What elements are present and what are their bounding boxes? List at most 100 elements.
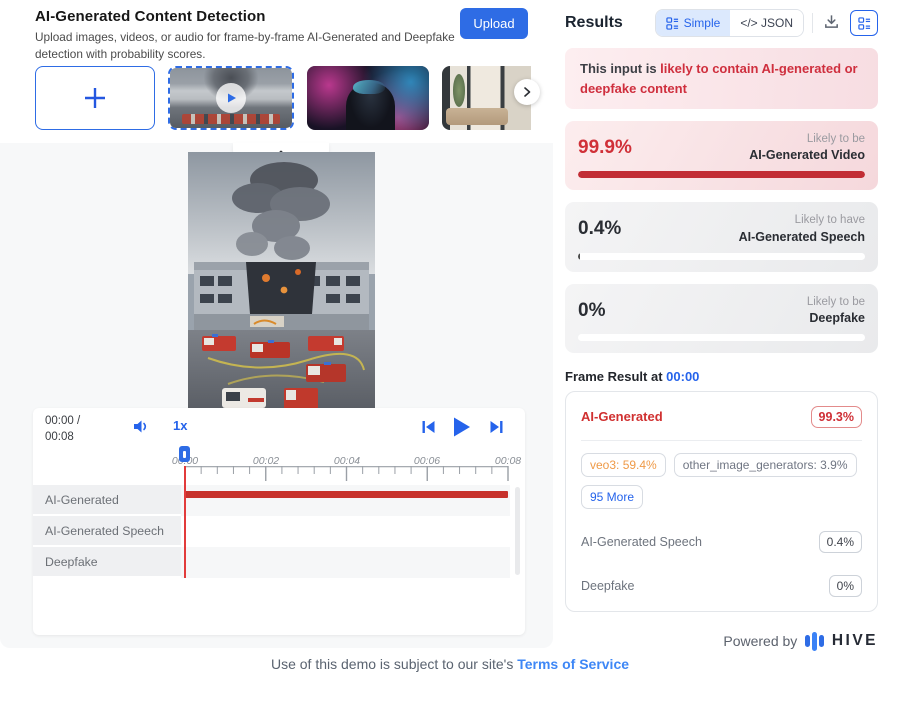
terms-of-service-link[interactable]: Terms of Service bbox=[517, 656, 629, 672]
track-row-ai-generated-speech: AI-Generated Speech bbox=[33, 516, 525, 547]
download-icon bbox=[823, 13, 840, 30]
frame-result-prefix: Frame Result at bbox=[565, 369, 666, 384]
progress-track bbox=[578, 334, 865, 341]
json-view-label: </> JSON bbox=[740, 16, 793, 30]
score-category: Deepfake bbox=[807, 311, 865, 325]
chevron-right-icon bbox=[522, 87, 532, 97]
results-header: Results Simple bbox=[565, 8, 878, 38]
media-thumbnail-strip bbox=[35, 66, 531, 130]
play-button[interactable] bbox=[451, 416, 472, 441]
video-frame[interactable] bbox=[188, 152, 375, 410]
score-category: AI-Generated Video bbox=[749, 148, 865, 162]
frame-row-score-badge: 0.4% bbox=[819, 531, 862, 553]
results-controls: Simple </> JSON bbox=[655, 9, 878, 37]
volume-button[interactable] bbox=[133, 419, 150, 437]
score-qualifier: Likely to have bbox=[739, 212, 865, 229]
playhead-handle[interactable] bbox=[179, 446, 190, 462]
video-preview-panel: 00:00 / 00:08 1x bbox=[0, 143, 553, 648]
frame-primary-score-badge: 99.3% bbox=[811, 406, 862, 428]
alert-prefix: This input is bbox=[580, 61, 660, 76]
upload-button[interactable]: Upload bbox=[460, 8, 528, 39]
total-time: 00:08 bbox=[45, 430, 80, 446]
powered-by-label: Powered by bbox=[723, 633, 797, 649]
score-value: 0% bbox=[578, 300, 605, 322]
page-title: AI-Generated Content Detection bbox=[35, 8, 455, 25]
footer: Use of this demo is subject to our site'… bbox=[0, 656, 900, 672]
score-card-ai-generated-speech: 0.4% Likely to have AI-Generated Speech bbox=[565, 202, 878, 271]
detection-tracks: AI-Generated AI-Generated Speech Deepfak… bbox=[33, 485, 525, 578]
time-display: 00:00 / 00:08 bbox=[45, 414, 80, 445]
skip-forward-icon bbox=[489, 420, 504, 434]
frame-result-heading: Frame Result at 00:00 bbox=[565, 369, 878, 384]
frame-card-divider bbox=[581, 440, 862, 441]
tag-other-image-generators[interactable]: other_image_generators: 3.9% bbox=[674, 453, 857, 477]
simple-view-icon bbox=[666, 17, 679, 30]
speaker-icon bbox=[133, 419, 150, 434]
play-icon bbox=[451, 416, 472, 438]
current-time: 00:00 / bbox=[45, 414, 80, 430]
footer-text: Use of this demo is subject to our site'… bbox=[271, 656, 517, 672]
add-media-button[interactable] bbox=[35, 66, 155, 130]
simple-view-label: Simple bbox=[684, 16, 721, 30]
track-label: Deepfake bbox=[33, 547, 181, 577]
next-thumbnails-button[interactable] bbox=[514, 79, 540, 105]
frame-row-label: Deepfake bbox=[581, 579, 635, 593]
play-overlay-icon bbox=[216, 83, 246, 113]
tag-veo3[interactable]: veo3: 59.4% bbox=[581, 453, 666, 477]
frame-primary-label: AI-Generated bbox=[581, 409, 663, 424]
score-category: AI-Generated Speech bbox=[739, 230, 865, 244]
ai-generated-detection-bar bbox=[185, 491, 508, 498]
playhead-line bbox=[184, 466, 186, 578]
hive-logo-icon bbox=[805, 632, 824, 651]
results-title: Results bbox=[565, 14, 623, 32]
thumbnail-video-selected[interactable] bbox=[168, 66, 294, 130]
frame-row-label: AI-Generated Speech bbox=[581, 535, 702, 549]
download-results-button[interactable] bbox=[821, 11, 842, 35]
progress-fill bbox=[578, 253, 580, 260]
frame-row-score-badge: 0% bbox=[829, 575, 862, 597]
track-label: AI-Generated bbox=[33, 485, 181, 515]
progress-fill bbox=[578, 171, 865, 178]
tag-more-generators[interactable]: 95 More bbox=[581, 485, 643, 509]
page-subtitle: Upload images, videos, or audio for fram… bbox=[35, 29, 455, 63]
track-label: AI-Generated Speech bbox=[33, 516, 181, 546]
frame-result-card: AI-Generated 99.3% veo3: 59.4% other_ima… bbox=[565, 391, 878, 612]
skip-back-icon bbox=[421, 420, 436, 434]
thumbnail-cyberpunk-image[interactable] bbox=[307, 66, 429, 130]
score-value: 99.9% bbox=[578, 137, 632, 159]
progress-track bbox=[578, 253, 865, 260]
next-frame-button[interactable] bbox=[489, 420, 504, 437]
timeline-ruler[interactable] bbox=[183, 466, 511, 483]
score-card-ai-generated-video: 99.9% Likely to be AI-Generated Video bbox=[565, 121, 878, 190]
fire-scene-illustration bbox=[188, 152, 375, 410]
tracks-scrollbar[interactable] bbox=[515, 487, 520, 575]
detection-alert: This input is likely to contain AI-gener… bbox=[565, 48, 878, 109]
simple-view-tab[interactable]: Simple bbox=[656, 10, 731, 36]
previous-frame-button[interactable] bbox=[421, 420, 436, 437]
plus-icon bbox=[82, 85, 108, 111]
json-view-tab[interactable]: </> JSON bbox=[730, 10, 803, 36]
ai-content-detection-demo: AI-Generated Content Detection Upload im… bbox=[0, 0, 900, 710]
score-card-deepfake: 0% Likely to be Deepfake bbox=[565, 284, 878, 353]
header-divider bbox=[812, 13, 813, 33]
track-lane bbox=[181, 547, 510, 578]
playhead-grip bbox=[183, 451, 186, 458]
detailed-view-icon bbox=[858, 17, 871, 30]
results-panel: Results Simple bbox=[565, 8, 878, 651]
playback-speed-button[interactable]: 1x bbox=[173, 418, 187, 433]
score-value: 0.4% bbox=[578, 218, 621, 240]
hive-brand-name: HIVE bbox=[832, 632, 878, 650]
track-row-deepfake: Deepfake bbox=[33, 547, 525, 578]
track-lane bbox=[181, 516, 510, 547]
left-header: AI-Generated Content Detection Upload im… bbox=[35, 8, 455, 63]
score-qualifier: Likely to be bbox=[749, 131, 865, 148]
track-lane bbox=[181, 485, 510, 516]
generator-tags: veo3: 59.4% other_image_generators: 3.9%… bbox=[581, 453, 862, 509]
track-row-ai-generated: AI-Generated bbox=[33, 485, 525, 516]
view-toggle: Simple </> JSON bbox=[655, 9, 804, 37]
player-card: 00:00 / 00:08 1x bbox=[33, 408, 525, 635]
frame-result-time[interactable]: 00:00 bbox=[666, 369, 699, 384]
score-qualifier: Likely to be bbox=[807, 294, 865, 311]
progress-track bbox=[578, 171, 865, 178]
detailed-view-button[interactable] bbox=[850, 10, 878, 36]
